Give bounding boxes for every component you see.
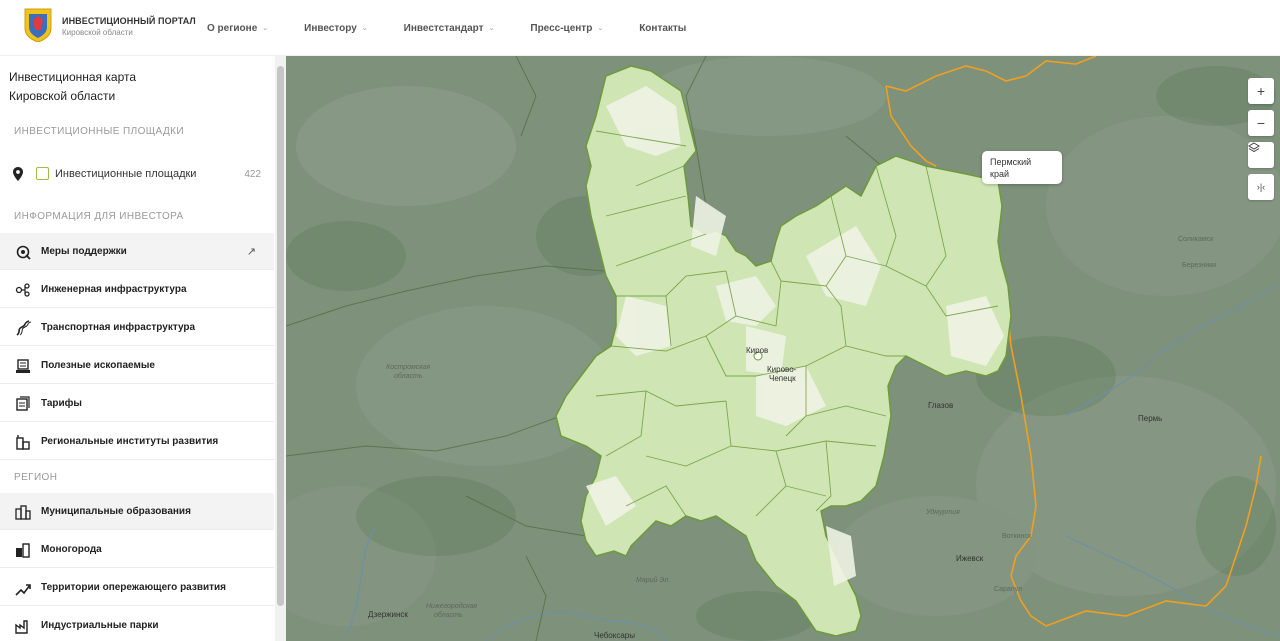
label-nizhny-2: область: [434, 612, 463, 619]
split-view-button[interactable]: ›|‹: [1248, 174, 1274, 200]
section-heading-investor: ИНФОРМАЦИЯ ДЛЯ ИНВЕСТОРА: [14, 211, 184, 222]
nav-label: Контакты: [639, 22, 687, 34]
sidebar-scrollbar[interactable]: [275, 56, 286, 641]
sites-checkbox[interactable]: [36, 167, 49, 180]
layers-icon: [1248, 142, 1260, 153]
tooltip-line2: край: [990, 169, 1009, 179]
nav-investor[interactable]: Инвестору ⌄: [304, 23, 368, 34]
label-nizhny-1: Нижегородская: [426, 603, 478, 610]
section-heading-sites: ИНВЕСТИЦИОННЫЕ ПЛОЩАДКИ: [14, 126, 184, 137]
sidebar-title-line1: Инвестиционная карта: [9, 70, 137, 84]
label-kirovo-chepetsk-2: Чепецк: [769, 374, 796, 383]
sidebar-title-line2: Кировской области: [9, 89, 116, 103]
layers-button[interactable]: [1248, 142, 1274, 168]
menu-label: Меры поддержки: [41, 245, 127, 257]
label-perm: Пермь: [1138, 414, 1163, 423]
label-mari-el: Марий Эл: [636, 577, 669, 584]
label-solikamsk: Соликамск: [1178, 236, 1214, 243]
investment-map[interactable]: Киров Кирово- Чепецк Глазов Пермь Ижевск…: [286, 56, 1280, 641]
menu-tariffs[interactable]: Тарифы: [0, 385, 274, 422]
nav-about-region[interactable]: О регионе ⌄: [207, 23, 268, 34]
zoom-out-button[interactable]: −: [1248, 110, 1274, 136]
label-glazov: Глазов: [928, 401, 954, 410]
menu-label: Муниципальные образования: [41, 505, 191, 517]
label-cheboksary: Чебоксары: [594, 631, 635, 640]
support-icon: [16, 245, 31, 260]
external-link-icon: ↗: [246, 245, 256, 258]
nav-contacts[interactable]: Контакты: [639, 23, 686, 34]
menu-label: Инженерная инфраструктура: [41, 283, 187, 295]
menu-label: Транспортная инфраструктура: [41, 321, 196, 333]
chevron-down-icon: ⌄: [597, 25, 604, 32]
label-kostroma-1: Костромская: [386, 364, 431, 371]
development-zone-icon: [15, 584, 31, 596]
sidebar: Инвестиционная карта Кировской области И…: [0, 56, 286, 641]
nav-label: Инвестору: [304, 22, 357, 34]
engineering-icon: [15, 283, 30, 297]
main-nav: О регионе ⌄ Инвестору ⌄ Инвестстандарт ⌄ Пр…: [207, 0, 722, 56]
label-dzerzhinsk: Дзержинск: [368, 610, 408, 619]
top-header: ИНВЕСТИЦИОННЫЙ ПОРТАЛ Кировской области …: [0, 0, 1280, 56]
menu-label: Территории опережающего развития: [41, 581, 227, 593]
scrollbar-thumb[interactable]: [277, 66, 284, 606]
sites-count: 422: [244, 168, 261, 180]
road-icon: [16, 320, 31, 336]
label-berezniki: Березники: [1182, 262, 1217, 269]
menu-label: Региональные институты развития: [41, 435, 219, 447]
chevron-down-icon: ⌄: [361, 25, 368, 32]
monotown-icon: [16, 543, 30, 558]
nav-label: Пресс-центр: [530, 22, 593, 34]
label-udmurtia: Удмуртия: [926, 509, 960, 516]
menu-label: Тарифы: [41, 397, 82, 409]
label-votkinsk: Воткинск: [1002, 533, 1032, 540]
portal-title: ИНВЕСТИЦИОННЫЙ ПОРТАЛ: [62, 16, 196, 26]
menu-label: Полезные ископаемые: [41, 359, 155, 371]
municipality-icon: [15, 505, 31, 520]
section-heading-region: РЕГИОН: [14, 472, 58, 483]
nav-label: О регионе: [207, 22, 258, 34]
chevron-down-icon: ⌄: [262, 25, 269, 32]
menu-advanced-development[interactable]: Территории опережающего развития: [0, 569, 274, 606]
menu-transport[interactable]: Транспортная инфраструктура: [0, 309, 274, 346]
tariffs-icon: [16, 396, 30, 411]
menu-monotowns[interactable]: Моногорода: [0, 531, 274, 568]
label-kirov: Киров: [746, 346, 769, 355]
industrial-park-icon: [15, 620, 28, 634]
menu-industrial-parks[interactable]: Индустриальные парки: [0, 607, 274, 641]
chevron-down-icon: ⌄: [488, 25, 495, 32]
map-canvas[interactable]: [286, 56, 1280, 641]
tooltip-line1: Пермский: [990, 157, 1032, 167]
menu-label: Индустриальные парки: [41, 619, 159, 631]
label-sarapul: Сарапул: [994, 586, 1023, 593]
institutions-icon: [16, 435, 30, 450]
sidebar-title: Инвестиционная карта Кировской области: [9, 68, 136, 106]
menu-minerals[interactable]: Полезные ископаемые: [0, 347, 274, 384]
menu-engineering[interactable]: Инженерная инфраструктура: [0, 271, 274, 308]
minerals-icon: [16, 359, 30, 373]
map-pin-icon: [13, 167, 23, 181]
nav-investstandard[interactable]: Инвестстандарт ⌄: [404, 23, 495, 34]
menu-support-measures[interactable]: Меры поддержки ↗: [0, 233, 274, 270]
menu-development-institutions[interactable]: Региональные институты развития: [0, 423, 274, 460]
label-kostroma-2: область: [394, 373, 423, 380]
nav-label: Инвестстандарт: [403, 22, 484, 34]
zoom-in-button[interactable]: +: [1248, 78, 1274, 104]
nav-press-center[interactable]: Пресс-центр ⌄: [530, 23, 603, 34]
coat-of-arms-logo[interactable]: [24, 8, 52, 42]
label-kirovo-chepetsk-1: Кирово-: [767, 365, 797, 374]
menu-municipalities[interactable]: Муниципальные образования: [0, 493, 274, 530]
label-izhevsk: Ижевск: [956, 554, 984, 563]
portal-name[interactable]: ИНВЕСТИЦИОННЫЙ ПОРТАЛ Кировской области: [62, 15, 196, 39]
portal-subtitle: Кировской области: [62, 28, 133, 37]
filter-investment-sites[interactable]: Инвестиционные площадки 422: [0, 156, 275, 192]
menu-label: Моногорода: [41, 543, 102, 555]
region-tooltip: Пермский край: [982, 151, 1062, 184]
sites-label: Инвестиционные площадки: [55, 168, 197, 180]
